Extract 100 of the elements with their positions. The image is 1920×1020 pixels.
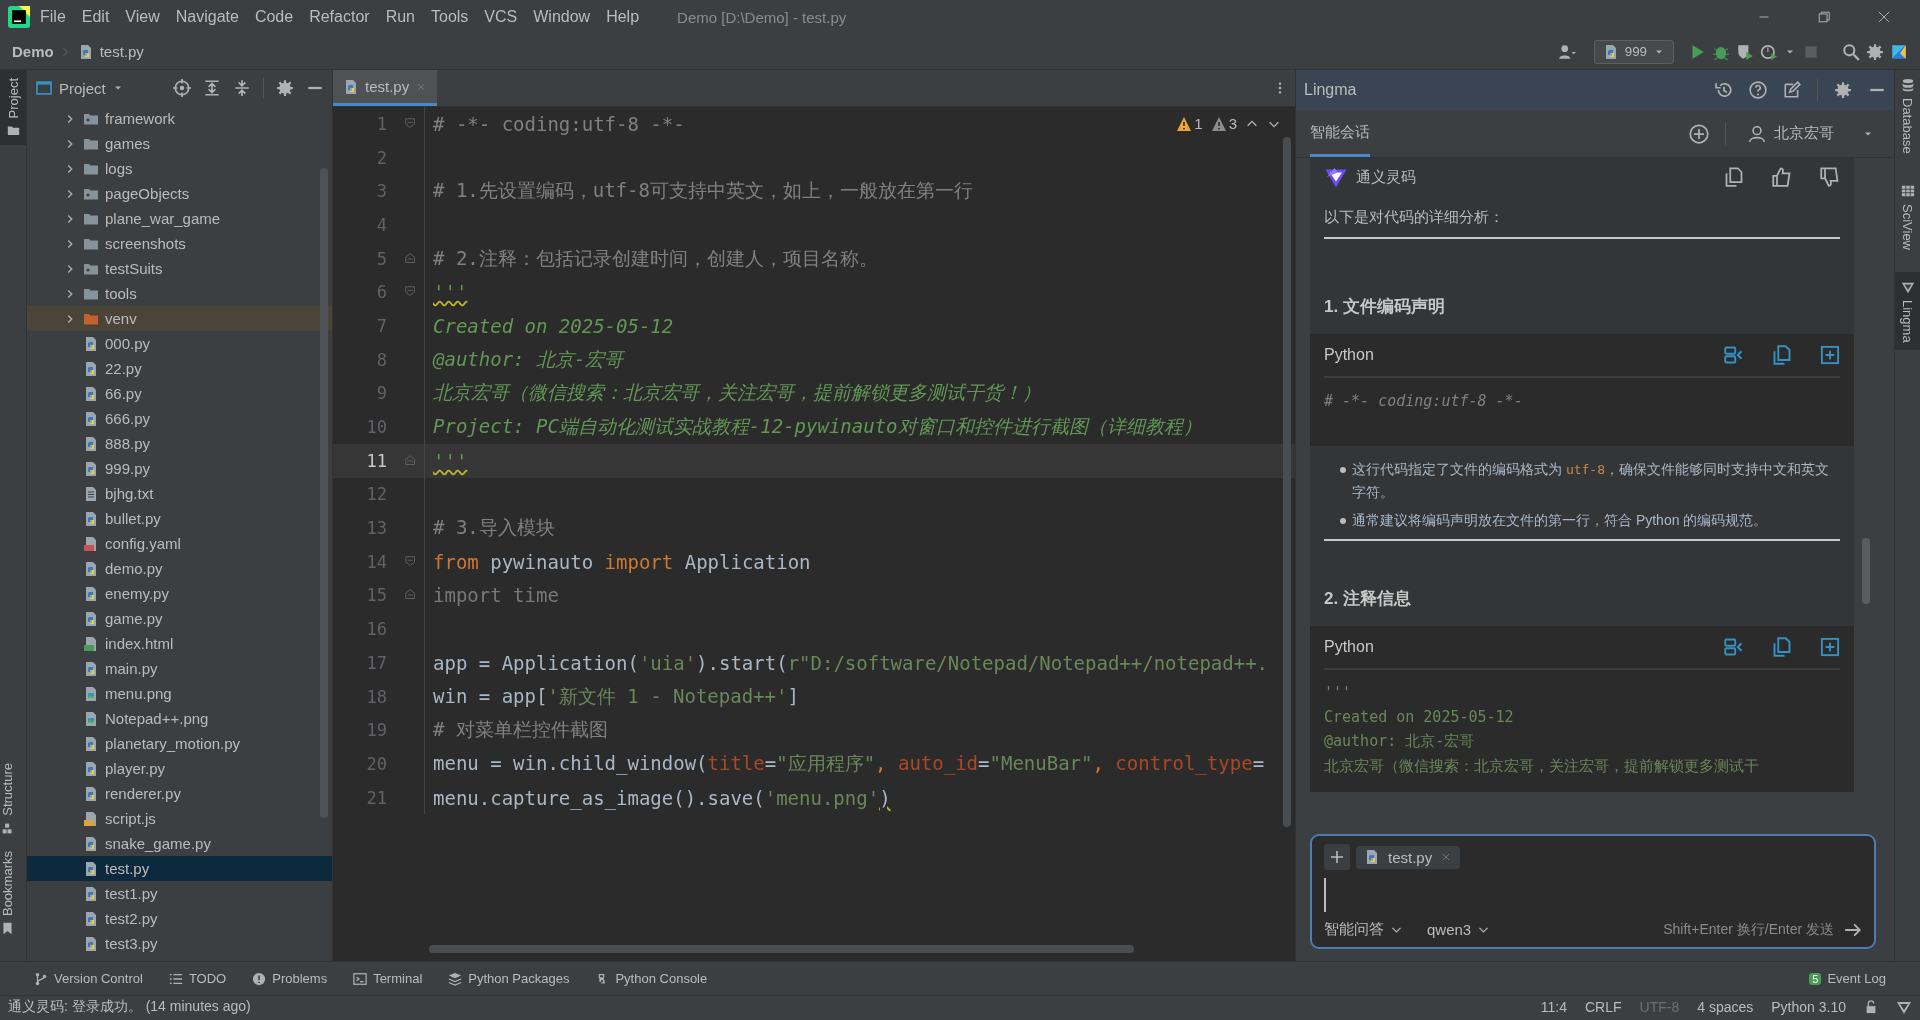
tree-item[interactable]: 666.py <box>27 406 332 431</box>
tree-item[interactable]: 000.py <box>27 331 332 356</box>
scrollbar[interactable] <box>1862 538 1870 604</box>
tree-item[interactable]: config.yaml <box>27 531 332 556</box>
tree-item[interactable]: script.js <box>27 806 332 831</box>
thumbs-up-icon[interactable] <box>1772 167 1792 187</box>
tool-window-button[interactable]: Python Console <box>595 971 708 986</box>
side-tab[interactable]: Structure <box>0 755 15 843</box>
project-view-dropdown[interactable]: Project <box>35 79 124 97</box>
mode-dropdown[interactable]: 智能问答 <box>1324 920 1403 939</box>
tree-item[interactable]: enemy.py <box>27 581 332 606</box>
insert-icon[interactable] <box>1724 345 1744 365</box>
tree-item[interactable]: test1.py <box>27 881 332 906</box>
user-icon[interactable] <box>1556 42 1577 61</box>
tree-item[interactable]: 22.py <box>27 356 332 381</box>
close-icon[interactable] <box>1877 10 1891 24</box>
menu-item[interactable]: VCS <box>478 5 524 29</box>
new-file-icon[interactable] <box>1820 637 1840 657</box>
search-icon[interactable] <box>1842 42 1860 61</box>
menu-item[interactable]: Run <box>379 5 421 29</box>
tree-item[interactable]: player.py <box>27 756 332 781</box>
lock-icon[interactable] <box>1864 1000 1878 1014</box>
copy-icon[interactable] <box>1724 167 1744 187</box>
fold-marker-icon[interactable] <box>403 554 418 569</box>
tool-window-button[interactable]: Terminal <box>353 971 423 986</box>
menu-item[interactable]: Code <box>248 5 300 29</box>
add-context-button[interactable] <box>1324 844 1350 870</box>
tree-item[interactable]: tools <box>27 281 332 306</box>
menu-item[interactable]: Tools <box>425 5 475 29</box>
new-chat-icon[interactable] <box>1689 123 1709 144</box>
tree-item[interactable]: test.py <box>27 856 332 881</box>
expand-all-icon[interactable] <box>203 79 221 97</box>
side-tab[interactable]: SciView <box>1895 175 1920 258</box>
tree-item[interactable]: Notepad++.png <box>27 706 332 731</box>
event-log-button[interactable]: 5 Event Log <box>1809 971 1886 986</box>
app-logo-icon[interactable] <box>8 6 30 28</box>
tree-item[interactable]: demo.py <box>27 556 332 581</box>
assistant-logo-icon[interactable] <box>1896 999 1912 1015</box>
fold-marker-icon[interactable] <box>403 116 418 131</box>
tool-window-button[interactable]: Version Control <box>34 971 143 986</box>
collapse-all-icon[interactable] <box>233 79 251 97</box>
editor-tab[interactable]: test.py <box>333 70 438 106</box>
status-item[interactable]: CRLF <box>1585 999 1622 1015</box>
tree-item[interactable]: logs <box>27 156 332 181</box>
tree-item[interactable]: 66.py <box>27 381 332 406</box>
tree-item[interactable]: plane_war_game <box>27 206 332 231</box>
thumbs-down-icon[interactable] <box>1820 167 1840 187</box>
side-tab[interactable]: Project <box>0 70 26 146</box>
tree-item[interactable]: test3.py <box>27 931 332 956</box>
tree-item[interactable]: index.html <box>27 631 332 656</box>
file-chip[interactable]: test.py <box>1356 845 1461 869</box>
menu-item[interactable]: Refactor <box>303 5 376 29</box>
history-icon[interactable] <box>1715 81 1733 99</box>
profile-icon[interactable] <box>1760 42 1778 61</box>
scrollbar[interactable] <box>429 945 1134 953</box>
tree-item[interactable]: planetary_motion.py <box>27 731 332 756</box>
tool-window-button[interactable]: TODO <box>168 971 227 986</box>
warning-count[interactable]: 1 <box>1176 115 1203 132</box>
copy-icon[interactable] <box>1772 637 1792 657</box>
tree-item[interactable]: snake_game.py <box>27 831 332 856</box>
help-icon[interactable] <box>1749 81 1767 99</box>
tree-item[interactable]: 888.py <box>27 431 332 456</box>
tree-item[interactable]: framework <box>27 106 332 131</box>
status-item[interactable]: 11:4 <box>1540 999 1567 1015</box>
side-tab[interactable]: Database <box>1895 70 1920 162</box>
tree-item[interactable]: pageObjects <box>27 181 332 206</box>
tool-window-button[interactable]: Python Packages <box>448 971 570 986</box>
tree-item[interactable]: main.py <box>27 656 332 681</box>
scrollbar[interactable] <box>320 168 328 818</box>
tree-item[interactable]: testSuits <box>27 256 332 281</box>
model-dropdown[interactable]: qwen3 <box>1427 921 1491 938</box>
weak-warning-count[interactable]: 3 <box>1210 115 1237 132</box>
locate-icon[interactable] <box>173 79 191 97</box>
plugin-logo-icon[interactable] <box>1890 42 1908 61</box>
tool-window-button[interactable]: Problems <box>252 971 328 986</box>
tree-item[interactable]: test2.py <box>27 906 332 931</box>
menu-item[interactable]: Navigate <box>169 5 245 29</box>
run-config-dropdown[interactable]: 999 <box>1593 39 1674 64</box>
fold-marker-icon[interactable] <box>403 453 418 468</box>
coverage-icon[interactable] <box>1736 42 1754 61</box>
menu-item[interactable]: Edit <box>75 5 116 29</box>
tree-item[interactable]: bjhg.txt <box>27 481 332 506</box>
status-item[interactable]: 4 spaces <box>1697 999 1754 1015</box>
settings-icon[interactable] <box>1866 42 1884 61</box>
scrollbar[interactable] <box>1283 137 1291 827</box>
menu-item[interactable]: Window <box>527 5 597 29</box>
settings-icon[interactable] <box>276 79 294 97</box>
breadcrumb[interactable]: Demo <box>12 43 54 60</box>
fold-marker-icon[interactable] <box>403 251 418 266</box>
tree-item[interactable]: menu.png <box>27 681 332 706</box>
menu-item[interactable]: View <box>119 5 166 29</box>
edit-icon[interactable] <box>1783 81 1801 99</box>
status-item[interactable]: Python 3.10 <box>1771 999 1846 1015</box>
restore-icon[interactable] <box>1817 10 1831 24</box>
tree-item[interactable]: screenshots <box>27 231 332 256</box>
tree-item[interactable]: game.py <box>27 606 332 631</box>
breadcrumb[interactable]: test.py <box>99 43 144 60</box>
tree-item[interactable]: bullet.py <box>27 506 332 531</box>
insert-icon[interactable] <box>1724 637 1744 657</box>
side-tab[interactable]: Bookmarks <box>0 842 15 943</box>
